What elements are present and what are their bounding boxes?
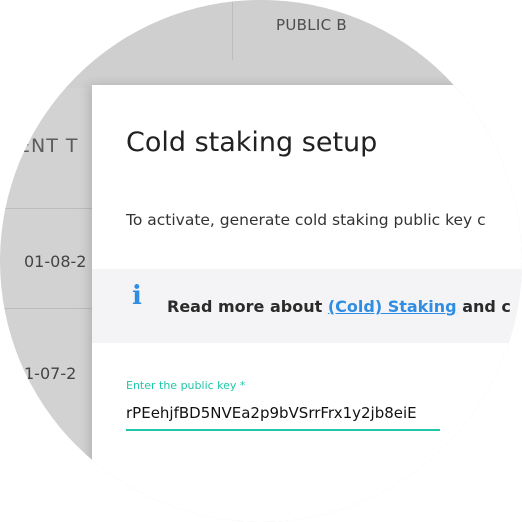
table-row-date: 01-08-2 [24, 252, 87, 271]
info-text: Read more about (Cold) Staking and c [167, 297, 511, 316]
info-icon: i [132, 281, 142, 311]
row-divider [0, 308, 92, 309]
row-divider [0, 208, 92, 209]
public-key-input[interactable] [126, 397, 440, 431]
info-text-suffix: and c [456, 297, 511, 316]
info-text-prefix: Read more about [167, 297, 328, 316]
zoomed-view: PUBLIC B ENT T 01-08-2 1-07-2 Cold staki… [0, 0, 522, 522]
dialog-title: Cold staking setup [126, 127, 378, 158]
background-header [0, 0, 522, 88]
dialog-description: To activate, generate cold staking publi… [126, 211, 486, 229]
info-box: i Read more about (Cold) Staking and c [92, 269, 522, 343]
cold-staking-dialog: Cold staking setup To activate, generate… [92, 85, 522, 522]
table-header: ENT T [18, 135, 79, 157]
public-key-label: Enter the public key * [126, 379, 246, 392]
column-header-public: PUBLIC B [276, 16, 348, 34]
table-row-date: 1-07-2 [24, 364, 77, 383]
column-divider [232, 0, 233, 60]
cold-staking-link[interactable]: (Cold) Staking [328, 297, 457, 316]
